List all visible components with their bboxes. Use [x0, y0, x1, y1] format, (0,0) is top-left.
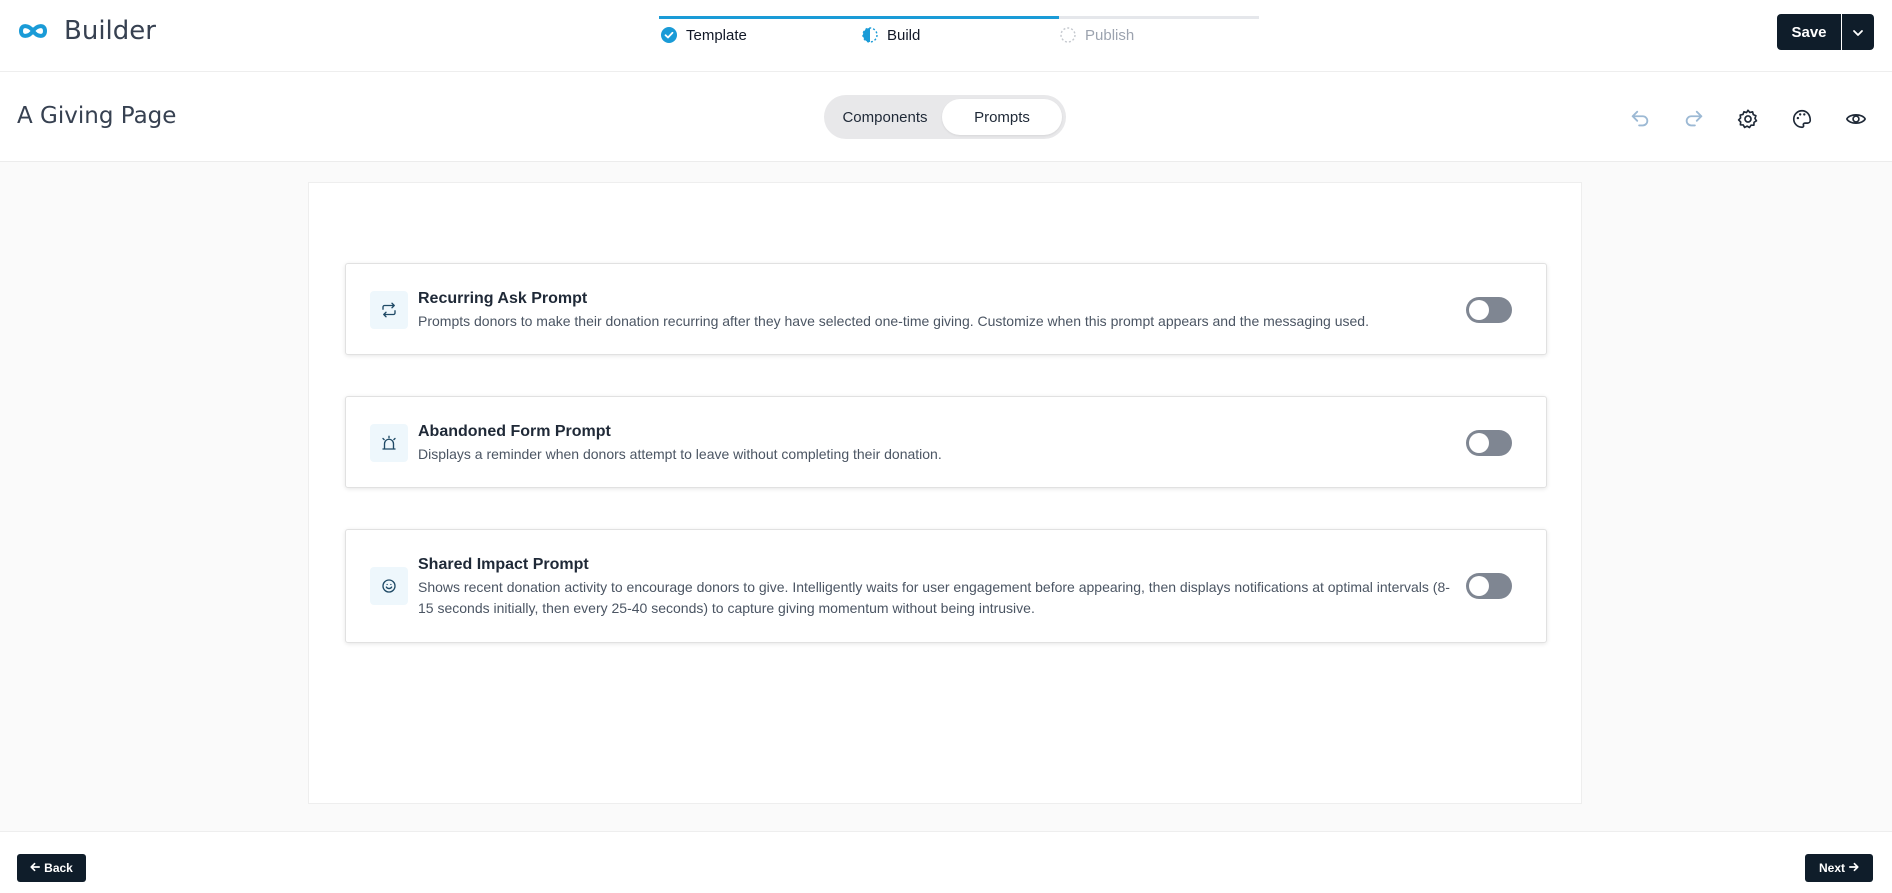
step-label: Build [887, 26, 921, 44]
step-template[interactable]: Template [660, 26, 747, 44]
arrow-right-icon [1849, 861, 1859, 875]
top-bar: Builder Template Build Publish Save [0, 0, 1892, 72]
toggle-knob [1469, 576, 1489, 596]
smile-icon [370, 567, 408, 605]
tab-components[interactable]: Components [828, 99, 942, 135]
toggle-knob [1469, 300, 1489, 320]
step-label: Template [686, 26, 747, 44]
app-name: Builder [64, 16, 156, 46]
stepper-track-fill [659, 16, 1059, 19]
next-label: Next [1818, 861, 1845, 875]
step-label: Publish [1085, 26, 1135, 44]
arrow-left-icon [30, 861, 41, 875]
preview-eye-icon[interactable] [1840, 103, 1872, 135]
progress-stepper: Template Build Publish [659, 16, 1259, 56]
alarm-icon [370, 424, 408, 462]
view-toggle: Components Prompts [824, 95, 1066, 139]
prompt-card-shared-impact: Shared Impact Prompt Shows recent donati… [345, 529, 1547, 643]
half-circle-progress-icon [861, 26, 879, 44]
prompt-description: Displays a reminder when donors attempt … [418, 446, 942, 462]
toggle-knob [1469, 433, 1489, 453]
prompt-title: Abandoned Form Prompt [418, 423, 611, 440]
page-header: A Giving Page Components Prompts [0, 72, 1892, 162]
recurring-ask-toggle[interactable] [1466, 297, 1512, 323]
prompt-card-abandoned-form: Abandoned Form Prompt Displays a reminde… [345, 396, 1547, 488]
undo-icon[interactable] [1624, 103, 1656, 135]
prompt-title: Shared Impact Prompt [418, 556, 589, 573]
save-options-button[interactable] [1841, 14, 1874, 50]
redo-icon[interactable] [1678, 103, 1710, 135]
brand: Builder [16, 14, 156, 48]
back-button[interactable]: Back [17, 854, 86, 882]
page-title: A Giving Page [17, 103, 177, 129]
prompt-card-recurring-ask: Recurring Ask Prompt Prompts donors to m… [345, 263, 1547, 355]
repeat-icon [370, 291, 408, 329]
prompt-title: Recurring Ask Prompt [418, 290, 588, 307]
footer-bar: Back Next [0, 831, 1892, 893]
back-label: Back [44, 861, 73, 875]
dashed-circle-icon [1059, 26, 1077, 44]
page-tools [1624, 103, 1872, 135]
prompt-description: Prompts donors to make their donation re… [418, 313, 1369, 329]
chevron-down-icon [1852, 25, 1864, 40]
shared-impact-toggle[interactable] [1466, 573, 1512, 599]
tab-prompts[interactable]: Prompts [942, 99, 1062, 135]
infinity-logo-icon [16, 14, 50, 48]
step-build[interactable]: Build [861, 26, 920, 44]
save-button[interactable]: Save [1777, 14, 1841, 50]
prompts-canvas: Recurring Ask Prompt Prompts donors to m… [308, 182, 1582, 804]
abandoned-form-toggle[interactable] [1466, 430, 1512, 456]
prompt-description: Shows recent donation activity to encour… [418, 579, 1450, 616]
settings-gear-icon[interactable] [1732, 103, 1764, 135]
palette-icon[interactable] [1786, 103, 1818, 135]
check-circle-icon [660, 26, 678, 44]
step-publish[interactable]: Publish [1059, 26, 1134, 44]
next-button[interactable]: Next [1805, 854, 1873, 882]
save-button-group: Save [1777, 14, 1874, 50]
